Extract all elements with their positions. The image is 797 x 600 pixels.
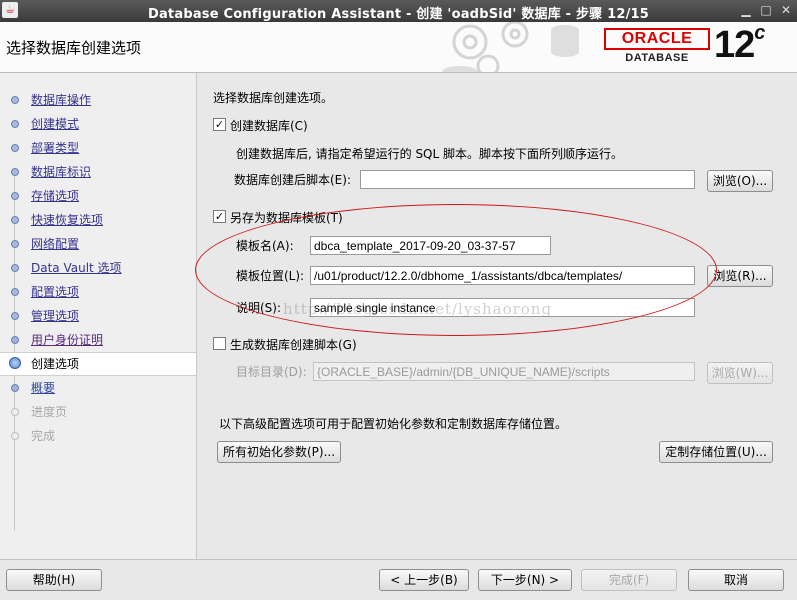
- step-dot-icon: [11, 120, 19, 128]
- browse-template-location-button[interactable]: 浏览(R)...: [707, 265, 773, 287]
- step-user-credentials[interactable]: 用户身份证明: [0, 328, 196, 352]
- step-label: 快速恢复选项: [31, 213, 104, 227]
- window-controls: ▁ □ ✕: [739, 2, 793, 18]
- gears-graphic-icon: [442, 22, 579, 72]
- step-label: Data Vault 选项: [31, 261, 122, 275]
- create-db-description: 创建数据库后, 请指定希望运行的 SQL 脚本。脚本按下面所列顺序运行。: [236, 147, 624, 161]
- step-dot-icon: [11, 96, 19, 104]
- oracle-wordmark: ORACLE: [604, 28, 710, 50]
- step-deploy-type: 部署类型: [0, 136, 196, 160]
- template-location-input[interactable]: [310, 266, 695, 285]
- template-name-input[interactable]: [310, 236, 551, 255]
- step-label: 网络配置: [31, 237, 80, 251]
- step-dot-icon: [11, 384, 19, 392]
- gen-scripts-label[interactable]: 生成数据库创建脚本(G): [230, 336, 357, 353]
- version-suffix: c: [754, 22, 765, 45]
- step-label: 概要: [31, 381, 56, 395]
- cancel-button[interactable]: 取消: [688, 569, 784, 591]
- step-current-dot-icon: [9, 357, 21, 369]
- step-management: 管理选项: [0, 304, 196, 328]
- create-db-checkbox[interactable]: ✓: [213, 118, 226, 131]
- maximize-icon[interactable]: □: [759, 2, 773, 18]
- version-number: 12: [714, 24, 755, 66]
- minimize-icon[interactable]: ▁: [739, 2, 753, 18]
- step-summary[interactable]: 概要: [0, 376, 196, 400]
- step-progress: 进度页: [0, 400, 196, 424]
- step-dot-icon: [11, 240, 19, 248]
- finish-button[interactable]: 完成(F): [581, 569, 677, 591]
- step-dot-icon: [11, 288, 19, 296]
- custom-storage-button[interactable]: 定制存储位置(U)...: [659, 441, 773, 463]
- browse-dest-dir-button[interactable]: 浏览(W)...: [707, 362, 773, 384]
- step-dot-icon: [11, 408, 19, 416]
- blog-watermark: http://blog.csdn.net/lyshaorong: [283, 300, 553, 318]
- step-data-vault: Data Vault 选项: [0, 256, 196, 280]
- step-label: 创建选项: [31, 357, 80, 371]
- wizard-footer: 帮助(H) < 上一步(B) 下一步(N) > 完成(F) 取消: [0, 559, 797, 600]
- save-template-label[interactable]: 另存为数据库模板(T): [230, 209, 343, 226]
- save-template-checkbox[interactable]: ✓: [213, 210, 226, 223]
- back-button[interactable]: < 上一步(B): [379, 569, 469, 591]
- all-init-params-button[interactable]: 所有初始化参数(P)...: [217, 441, 341, 463]
- step-label: 部署类型: [31, 141, 80, 155]
- intro-text: 选择数据库创建选项。: [213, 91, 334, 105]
- step-db-operation: 数据库操作: [0, 88, 196, 112]
- step-dot-icon: [11, 432, 19, 440]
- step-dot-icon: [11, 144, 19, 152]
- post-script-input[interactable]: [360, 170, 695, 189]
- step-db-identity: 数据库标识: [0, 160, 196, 184]
- step-fast-recovery: 快速恢复选项: [0, 208, 196, 232]
- dest-dir-label: 目标目录(D):: [236, 365, 307, 379]
- step-label: 数据库操作: [31, 93, 92, 107]
- help-button[interactable]: 帮助(H): [6, 569, 102, 591]
- step-label: 创建模式: [31, 117, 80, 131]
- version-badge: 12c: [714, 22, 765, 67]
- page-title: 选择数据库创建选项: [6, 39, 142, 57]
- page-header: 选择数据库创建选项 ORACLE DATABASE 12c: [0, 22, 797, 73]
- template-location-label: 模板位置(L):: [236, 269, 305, 283]
- step-dot-icon: [11, 168, 19, 176]
- gen-scripts-checkbox[interactable]: [213, 337, 226, 350]
- step-config-options: 配置选项: [0, 280, 196, 304]
- dest-dir-input[interactable]: [313, 362, 695, 381]
- next-button[interactable]: 下一步(N) >: [478, 569, 572, 591]
- window-titlebar[interactable]: ☕ Database Configuration Assistant - 创建 …: [0, 0, 797, 22]
- step-storage: 存储选项: [0, 184, 196, 208]
- template-name-label: 模板名(A):: [236, 239, 294, 253]
- step-label: 进度页: [31, 405, 68, 419]
- step-label: 管理选项: [31, 309, 80, 323]
- step-creation-mode: 创建模式: [0, 112, 196, 136]
- step-dot-icon: [11, 192, 19, 200]
- step-label: 完成: [31, 429, 56, 443]
- step-label: 配置选项: [31, 285, 80, 299]
- step-dot-icon: [11, 336, 19, 344]
- step-dot-icon: [11, 312, 19, 320]
- oracle-logo: ORACLE DATABASE: [604, 28, 710, 66]
- step-label: 用户身份证明: [31, 333, 104, 347]
- step-creation-options[interactable]: 创建选项: [0, 352, 196, 376]
- step-dot-icon: [11, 216, 19, 224]
- steps-panel: 数据库操作 创建模式 部署类型 数据库标识 存储选项 快速恢复选项 网络配置 D…: [0, 73, 197, 559]
- create-db-label[interactable]: 创建数据库(C): [230, 117, 308, 134]
- close-icon[interactable]: ✕: [779, 2, 793, 18]
- step-network: 网络配置: [0, 232, 196, 256]
- advanced-note: 以下高级配置选项可用于配置初始化参数和定制数据库存储位置。: [219, 417, 568, 431]
- step-label: 存储选项: [31, 189, 80, 203]
- post-script-label: 数据库创建后脚本(E):: [234, 173, 351, 187]
- window-title: Database Configuration Assistant - 创建 'o…: [147, 7, 650, 22]
- step-dot-icon: [11, 264, 19, 272]
- step-label: 数据库标识: [31, 165, 92, 179]
- browse-post-script-button[interactable]: 浏览(O)...: [707, 170, 773, 192]
- template-desc-label: 说明(S):: [236, 301, 282, 315]
- database-wordmark: DATABASE: [625, 52, 689, 64]
- step-finish: 完成: [0, 424, 196, 448]
